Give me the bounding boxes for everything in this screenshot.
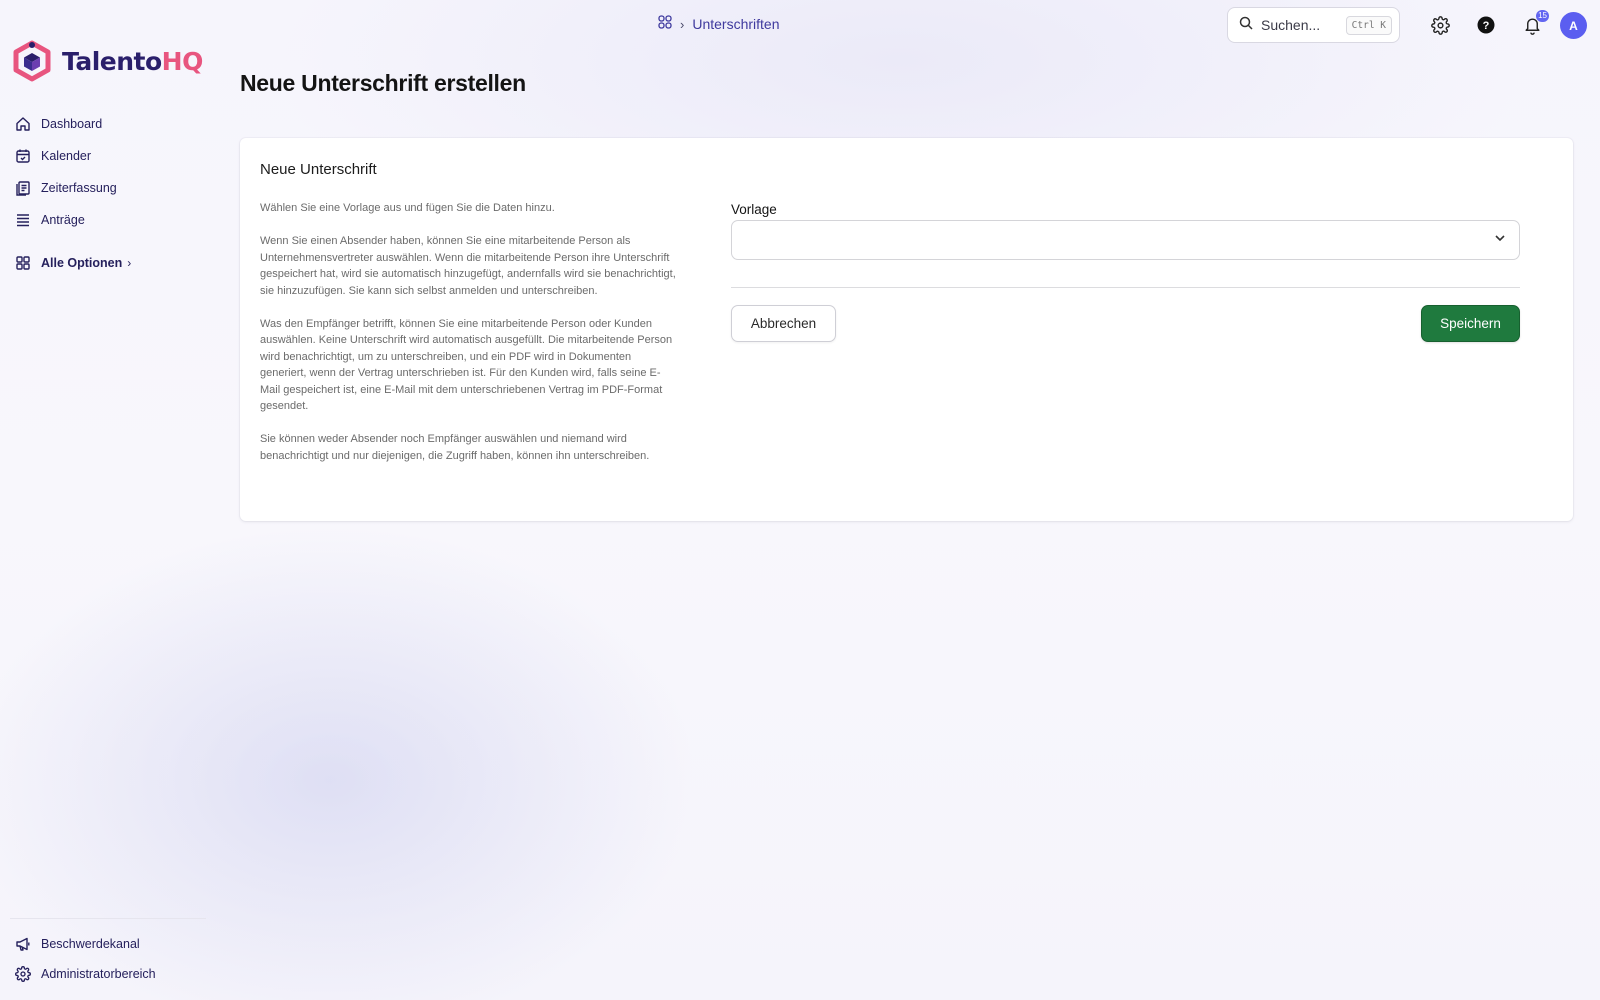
sidebar: TalentoHQ Dashboard Kalender Zeiterfassu… [0, 0, 210, 1000]
template-select[interactable] [731, 220, 1520, 260]
help-button[interactable]: ? [1475, 14, 1497, 36]
description-paragraph: Sie können weder Absender noch Empfänger… [260, 433, 650, 462]
description-paragraph: Was den Empfänger betrifft, können Sie e… [260, 317, 673, 413]
description-paragraph: Wählen Sie eine Vorlage aus und fügen Si… [260, 202, 555, 214]
sidebar-item-label: Dashboard [41, 117, 103, 131]
sidebar-item-alle-optionen[interactable]: Alle Optionen › [14, 247, 131, 279]
sidebar-item-zeiterfassung[interactable]: Zeiterfassung [14, 172, 131, 204]
svg-text:?: ? [1483, 20, 1490, 32]
grid-icon [14, 254, 32, 272]
sidebar-item-label: Kalender [41, 149, 92, 163]
sidebar-item-label: Zeiterfassung [41, 181, 117, 195]
chevron-right-icon: › [680, 16, 685, 32]
avatar[interactable]: A [1560, 12, 1587, 39]
description-paragraph: Wenn Sie einen Absender haben, können Si… [260, 235, 676, 297]
breadcrumb: › Unterschriften [658, 14, 780, 34]
search-placeholder: Suchen... [1261, 17, 1321, 33]
page-title: Neue Unterschrift erstellen [240, 70, 526, 96]
sidebar-item-label: Alle Optionen [41, 256, 123, 270]
search-shortcut: Ctrl K [1345, 15, 1392, 35]
save-button[interactable]: Speichern [1421, 305, 1520, 342]
logo-cube-icon [13, 40, 51, 82]
megaphone-icon [14, 935, 32, 953]
sidebar-item-label: Beschwerdekanal [41, 937, 140, 951]
sidebar-item-label: Administratorbereich [41, 967, 156, 981]
sidebar-item-beschwerdekanal[interactable]: Beschwerdekanal [14, 929, 156, 959]
sidebar-item-antraege[interactable]: Anträge [14, 204, 131, 236]
signature-form: Vorlage Abbrechen Speichern [731, 202, 1520, 342]
gear-icon [14, 965, 32, 983]
sidebar-bottom-nav: Beschwerdekanal Administratorbereich [14, 929, 156, 989]
timesheet-icon [14, 179, 32, 197]
sidebar-item-label: Anträge [41, 213, 85, 227]
notification-badge: 15 [1536, 10, 1549, 22]
sidebar-divider [10, 918, 206, 919]
signature-card: Neue Unterschrift Wählen Sie eine Vorlag… [240, 138, 1573, 521]
app-name: TalentoHQ [62, 46, 203, 76]
form-divider [731, 287, 1520, 288]
app-logo[interactable]: TalentoHQ [12, 40, 203, 82]
apps-grid-icon[interactable] [658, 14, 672, 34]
cancel-button[interactable]: Abbrechen [731, 305, 836, 342]
sidebar-nav: Dashboard Kalender Zeiterfassung Anträge… [14, 108, 131, 279]
gear-icon [1430, 15, 1450, 35]
sidebar-item-dashboard[interactable]: Dashboard [14, 108, 131, 140]
template-label: Vorlage [731, 202, 777, 217]
home-icon [14, 115, 32, 133]
chevron-right-icon: › [127, 256, 132, 270]
help-icon: ? [1477, 16, 1495, 34]
search-icon [1239, 16, 1253, 35]
settings-button[interactable] [1429, 14, 1451, 36]
card-title: Neue Unterschrift [260, 161, 377, 178]
notifications-button[interactable]: 15 [1521, 10, 1549, 36]
list-icon [14, 211, 32, 229]
sidebar-item-kalender[interactable]: Kalender [14, 140, 131, 172]
breadcrumb-current[interactable]: Unterschriften [692, 16, 779, 32]
form-actions: Abbrechen Speichern [731, 305, 1520, 342]
card-description: Wählen Sie eine Vorlage aus und fügen Si… [260, 200, 680, 481]
calendar-icon [14, 147, 32, 165]
search-input[interactable]: Suchen... Ctrl K [1227, 7, 1400, 43]
chevron-down-icon [1493, 231, 1507, 250]
sidebar-item-administratorbereich[interactable]: Administratorbereich [14, 959, 156, 989]
